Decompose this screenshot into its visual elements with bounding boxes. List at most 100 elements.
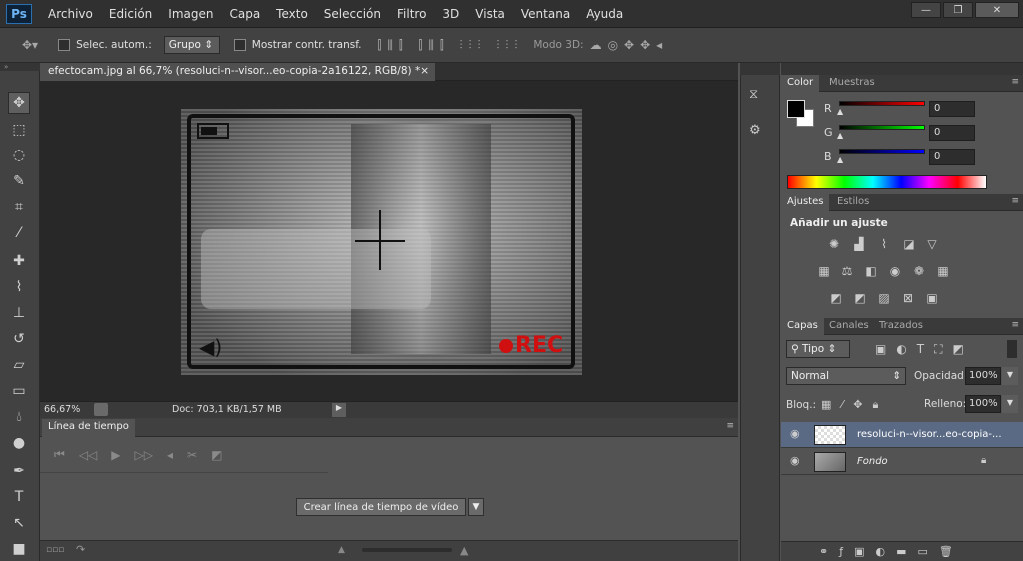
first-frame-icon[interactable]: ⏮ (54, 447, 65, 462)
zoom-level[interactable]: 66,67% (44, 404, 80, 415)
audio-icon[interactable]: ◂ (167, 448, 173, 462)
layer-row[interactable]: ◉ Fondo 🔒︎ (781, 449, 1023, 475)
layers-footer-icons[interactable]: ⚭ƒ▣◐▬▭🗑︎ (819, 545, 964, 558)
zoom-in-icon[interactable]: ▲ (460, 544, 468, 557)
selective-color-icon[interactable]: ⊠ (900, 291, 916, 305)
exposure-adjust-icon[interactable]: ◪ (901, 237, 917, 251)
menu-filtro[interactable]: Filtro (389, 7, 434, 21)
menu-edicion[interactable]: Edición (101, 7, 160, 21)
lasso-tool-icon[interactable]: ◌ (8, 144, 30, 166)
tab-trazados[interactable]: Trazados (873, 318, 929, 335)
photo-filter-icon[interactable]: ◉ (887, 264, 903, 278)
close-button[interactable]: ✕ (975, 2, 1019, 18)
menu-imagen[interactable]: Imagen (160, 7, 221, 21)
brightness-adjust-icon[interactable]: ✺ (826, 237, 842, 251)
channel-b-thumb-icon[interactable]: ▲ (837, 155, 843, 164)
split-icon[interactable]: ✂ (187, 448, 197, 462)
menu-3d[interactable]: 3D (434, 7, 467, 21)
mini-panel-collapse[interactable] (740, 63, 780, 75)
levels-adjust-icon[interactable]: ▟ (851, 237, 867, 251)
channel-g-thumb-icon[interactable]: ▲ (837, 131, 843, 140)
transition-icon[interactable]: ◩ (211, 448, 222, 462)
timeline-tab[interactable]: Línea de tiempo (42, 419, 135, 437)
document-canvas[interactable]: ◀) REC (181, 109, 582, 375)
play-icon[interactable]: ▶ (111, 448, 120, 462)
status-info-icon[interactable] (94, 403, 108, 416)
quick-select-tool-icon[interactable]: ✎ (8, 170, 30, 192)
menu-ayuda[interactable]: Ayuda (578, 7, 631, 21)
color-spectrum-bar[interactable] (787, 175, 987, 189)
dodge-tool-icon[interactable]: ● (8, 432, 30, 454)
timeline-type-dropdown-icon[interactable]: ▼ (468, 498, 484, 516)
clone-stamp-tool-icon[interactable]: ⊥ (8, 302, 30, 324)
path-select-tool-icon[interactable]: ↖ (8, 512, 30, 534)
layers-panel-menu-icon[interactable]: ≡ (1011, 320, 1019, 330)
move-tool-icon[interactable]: ✥ (8, 92, 30, 114)
color-balance-icon[interactable]: ⚖ (839, 264, 855, 278)
visibility-eye-icon[interactable]: ◉ (790, 427, 800, 440)
auto-select-checkbox[interactable] (58, 39, 71, 51)
filter-toggle[interactable] (1007, 340, 1017, 358)
blur-tool-icon[interactable]: 💧︎ (8, 406, 30, 428)
rectangle-tool-icon[interactable]: ■ (8, 538, 30, 560)
visibility-eye-icon[interactable]: ◉ (790, 454, 800, 467)
menu-seleccion[interactable]: Selección (316, 7, 389, 21)
channel-g-value[interactable]: 0 (929, 125, 975, 141)
3d-mode-icons[interactable]: ☁◎✥✥◂ (590, 38, 669, 52)
opacity-dropdown-icon[interactable]: ▼ (1002, 367, 1018, 385)
channel-r-slider[interactable] (839, 101, 925, 106)
show-transform-checkbox[interactable] (233, 39, 246, 51)
minimize-button[interactable]: — (911, 2, 941, 18)
color-panel-menu-icon[interactable]: ≡ (1011, 77, 1019, 87)
eyedropper-tool-icon[interactable]: ⁄ (8, 222, 30, 244)
auto-select-dropdown[interactable]: Grupo ⇕ (163, 36, 220, 54)
menu-archivo[interactable]: Archivo (40, 7, 101, 21)
fill-input[interactable]: 100% (965, 395, 1001, 413)
layer-filter-dropdown[interactable]: ⚲ Tipo ⇕ (786, 340, 850, 358)
tab-muestras[interactable]: Muestras (823, 75, 881, 92)
menu-texto[interactable]: Texto (268, 7, 316, 21)
brush-tool-icon[interactable]: ⌇ (8, 276, 30, 298)
channel-mixer-icon[interactable]: ❁ (911, 264, 927, 278)
status-menu-arrow-icon[interactable]: ▶ (332, 403, 346, 417)
invert-icon[interactable]: ◩ (828, 291, 844, 305)
channel-r-thumb-icon[interactable]: ▲ (837, 107, 843, 116)
next-frame-icon[interactable]: ▷▷ (135, 448, 153, 462)
fill-dropdown-icon[interactable]: ▼ (1002, 395, 1018, 413)
gradient-tool-icon[interactable]: ▭ (8, 380, 30, 402)
timeline-menu-icon[interactable]: ≡ (726, 421, 734, 431)
lock-icons[interactable]: ▦⁄✥🔒︎ (821, 398, 888, 412)
tools-collapse-icon[interactable]: » (0, 63, 40, 71)
menu-capa[interactable]: Capa (221, 7, 268, 21)
eraser-tool-icon[interactable]: ▱ (8, 354, 30, 376)
curves-adjust-icon[interactable]: ⌇ (876, 237, 892, 251)
pen-tool-icon[interactable]: ✒ (8, 460, 30, 482)
layer-row[interactable]: ◉ resoluci-n--visor...eo-copia-... (781, 422, 1023, 448)
document-tab[interactable]: efectocam.jpg al 66,7% (resoluci-n--viso… (40, 63, 435, 81)
tab-estilos[interactable]: Estilos (831, 194, 875, 211)
healing-tool-icon[interactable]: ✚ (8, 250, 30, 272)
crop-tool-icon[interactable]: ⌗ (8, 196, 30, 218)
layer-filter-icons[interactable]: ▣◐T⛶◩ (875, 342, 974, 357)
tab-ajustes[interactable]: Ajustes (781, 194, 830, 211)
layer-name[interactable]: resoluci-n--visor...eo-copia-... (857, 429, 1002, 440)
right-panels-collapse[interactable] (781, 63, 1023, 75)
threshold-icon[interactable]: ▨ (876, 291, 892, 305)
hue-saturation-icon[interactable]: ▦ (816, 264, 832, 278)
opacity-input[interactable]: 100% (965, 367, 1001, 385)
frame-mode-icon[interactable]: ▫▫▫ (46, 545, 64, 555)
tab-canales[interactable]: Canales (823, 318, 875, 335)
type-tool-icon[interactable]: T (8, 486, 30, 508)
color-lookup-icon[interactable]: ▦ (935, 264, 951, 278)
timeline-zoom-slider[interactable] (362, 548, 452, 552)
tab-color[interactable]: Color (781, 75, 820, 92)
black-white-icon[interactable]: ◧ (863, 264, 879, 278)
document-close-icon[interactable]: × (420, 65, 429, 77)
move-tool-preset-icon[interactable]: ✥▾ (22, 38, 38, 52)
vibrance-adjust-icon[interactable]: ▽ (924, 237, 940, 251)
marquee-tool-icon[interactable]: ⬚ (8, 119, 30, 141)
history-panel-icon[interactable]: ⧖ (749, 87, 771, 109)
menu-ventana[interactable]: Ventana (513, 7, 578, 21)
history-brush-tool-icon[interactable]: ↺ (8, 328, 30, 350)
align-icons[interactable]: ⫿⫼⫿ ⫿⫼⫿ ⫶⫶⫶ ⫶⫶⫶ (378, 38, 524, 53)
